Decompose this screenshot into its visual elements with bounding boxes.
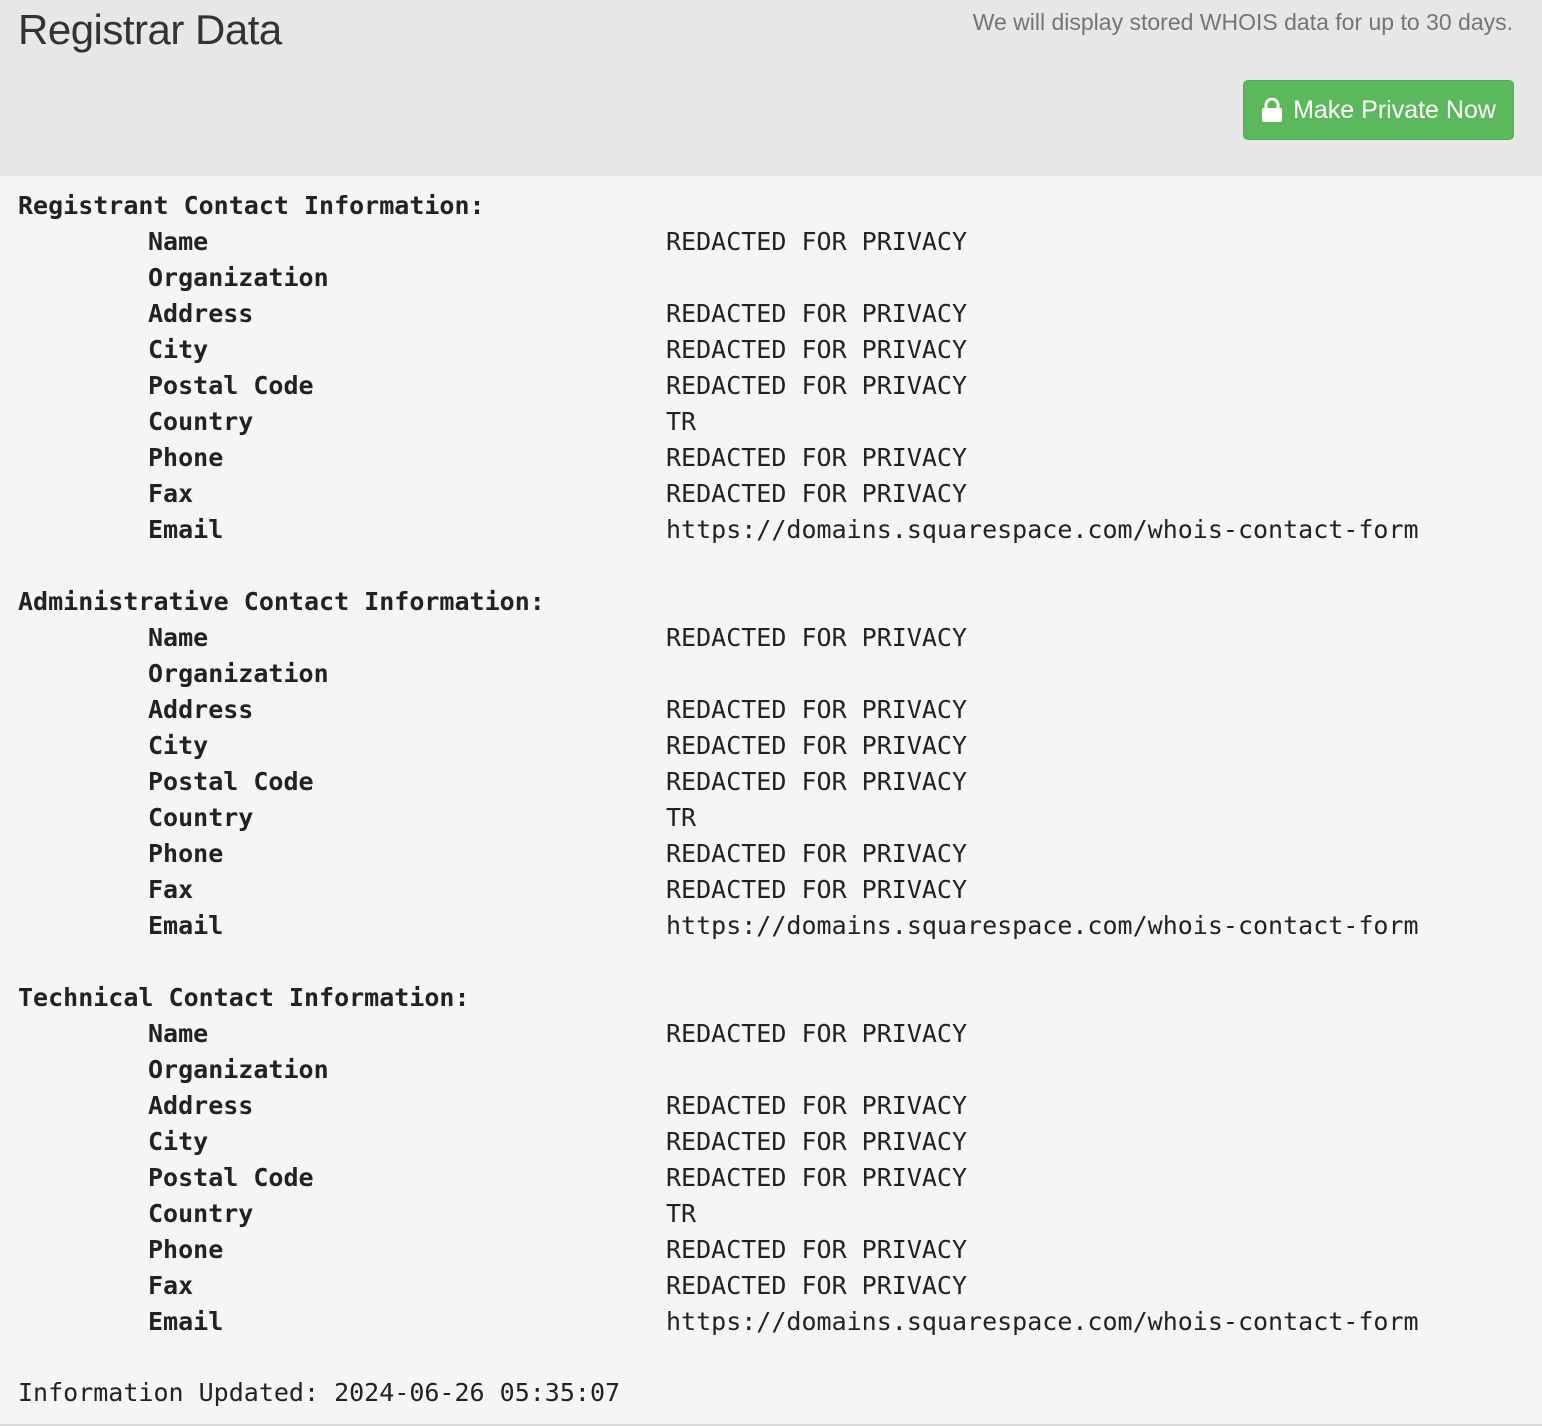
field-value: TR [666, 1199, 697, 1228]
field-label: Name [148, 1019, 209, 1048]
field-value: REDACTED FOR PRIVACY [666, 767, 968, 796]
field-value: REDACTED FOR PRIVACY [666, 443, 968, 472]
field-label: Postal Code [148, 1163, 314, 1192]
field-row-address: Address REDACTED FOR PRIVACY [0, 296, 1542, 332]
field-label: Fax [148, 875, 194, 904]
field-row-fax: Fax REDACTED FOR PRIVACY [0, 1268, 1542, 1304]
section-heading: Administrative Contact Information: [18, 587, 545, 616]
field-label: Email [148, 911, 224, 940]
field-row-organization: Organization [0, 260, 1542, 296]
field-row-country: Country TR [0, 800, 1542, 836]
field-label: City [148, 335, 209, 364]
field-row-postal-code: Postal Code REDACTED FOR PRIVACY [0, 1160, 1542, 1196]
field-value: REDACTED FOR PRIVACY [666, 1235, 968, 1264]
field-row-organization: Organization [0, 1052, 1542, 1088]
field-value: TR [666, 407, 697, 436]
field-label: Fax [148, 1271, 194, 1300]
section-heading: Technical Contact Information: [18, 983, 470, 1012]
field-row-email: Email https://domains.squarespace.com/wh… [0, 1304, 1542, 1340]
field-value: REDACTED FOR PRIVACY [666, 1163, 968, 1192]
field-row-name: Name REDACTED FOR PRIVACY [0, 1016, 1542, 1052]
field-row-city: City REDACTED FOR PRIVACY [0, 332, 1542, 368]
field-label: City [148, 1127, 209, 1156]
field-row-phone: Phone REDACTED FOR PRIVACY [0, 440, 1542, 476]
registrar-data-header: Registrar Data We will display stored WH… [0, 0, 1542, 176]
information-updated-timestamp: Information Updated: 2024-06-26 05:35:07 [18, 1378, 621, 1407]
field-row-fax: Fax REDACTED FOR PRIVACY [0, 872, 1542, 908]
retention-notice: We will display stored WHOIS data for up… [972, 9, 1513, 35]
field-value: REDACTED FOR PRIVACY [666, 1127, 968, 1156]
field-value: REDACTED FOR PRIVACY [666, 839, 968, 868]
field-label: City [148, 731, 209, 760]
field-label: Country [148, 407, 254, 436]
field-row-name: Name REDACTED FOR PRIVACY [0, 620, 1542, 656]
field-value: REDACTED FOR PRIVACY [666, 1091, 968, 1120]
field-row-fax: Fax REDACTED FOR PRIVACY [0, 476, 1542, 512]
field-value: REDACTED FOR PRIVACY [666, 731, 968, 760]
field-value: REDACTED FOR PRIVACY [666, 875, 968, 904]
field-label: Postal Code [148, 371, 314, 400]
field-label: Phone [148, 443, 224, 472]
field-row-address: Address REDACTED FOR PRIVACY [0, 1088, 1542, 1124]
field-value: TR [666, 803, 697, 832]
field-value: REDACTED FOR PRIVACY [666, 227, 968, 256]
field-value: REDACTED FOR PRIVACY [666, 299, 968, 328]
field-label: Phone [148, 1235, 224, 1264]
field-row-email: Email https://domains.squarespace.com/wh… [0, 512, 1542, 548]
field-value: REDACTED FOR PRIVACY [666, 695, 968, 724]
field-row-city: City REDACTED FOR PRIVACY [0, 1124, 1542, 1160]
field-value: https://domains.squarespace.com/whois-co… [666, 515, 1419, 544]
field-value: https://domains.squarespace.com/whois-co… [666, 911, 1419, 940]
field-label: Organization [148, 659, 329, 688]
field-row-email: Email https://domains.squarespace.com/wh… [0, 908, 1542, 944]
page-title: Registrar Data [18, 6, 282, 53]
field-value: REDACTED FOR PRIVACY [666, 335, 968, 364]
make-private-now-button[interactable]: Make Private Now [1243, 80, 1514, 140]
lock-icon [1261, 98, 1283, 122]
whois-record: Registrant Contact Information: Name RED… [0, 176, 1542, 1424]
field-row-phone: Phone REDACTED FOR PRIVACY [0, 1232, 1542, 1268]
field-row-country: Country TR [0, 404, 1542, 440]
field-label: Name [148, 623, 209, 652]
section-heading: Registrant Contact Information: [18, 191, 485, 220]
field-label: Country [148, 1199, 254, 1228]
field-label: Organization [148, 263, 329, 292]
field-label: Email [148, 515, 224, 544]
field-label: Address [148, 299, 254, 328]
make-private-now-label: Make Private Now [1293, 95, 1496, 124]
field-row-postal-code: Postal Code REDACTED FOR PRIVACY [0, 764, 1542, 800]
field-row-postal-code: Postal Code REDACTED FOR PRIVACY [0, 368, 1542, 404]
field-row-city: City REDACTED FOR PRIVACY [0, 728, 1542, 764]
field-label: Organization [148, 1055, 329, 1084]
field-row-organization: Organization [0, 656, 1542, 692]
field-row-address: Address REDACTED FOR PRIVACY [0, 692, 1542, 728]
field-label: Email [148, 1307, 224, 1336]
field-value: REDACTED FOR PRIVACY [666, 479, 968, 508]
field-row-phone: Phone REDACTED FOR PRIVACY [0, 836, 1542, 872]
field-value: REDACTED FOR PRIVACY [666, 623, 968, 652]
field-label: Phone [148, 839, 224, 868]
field-label: Postal Code [148, 767, 314, 796]
field-row-country: Country TR [0, 1196, 1542, 1232]
field-label: Name [148, 227, 209, 256]
field-row-name: Name REDACTED FOR PRIVACY [0, 224, 1542, 260]
field-value: https://domains.squarespace.com/whois-co… [666, 1307, 1419, 1336]
field-label: Fax [148, 479, 194, 508]
field-label: Address [148, 695, 254, 724]
field-label: Country [148, 803, 254, 832]
field-value: REDACTED FOR PRIVACY [666, 1019, 968, 1048]
field-value: REDACTED FOR PRIVACY [666, 1271, 968, 1300]
field-value: REDACTED FOR PRIVACY [666, 371, 968, 400]
field-label: Address [148, 1091, 254, 1120]
